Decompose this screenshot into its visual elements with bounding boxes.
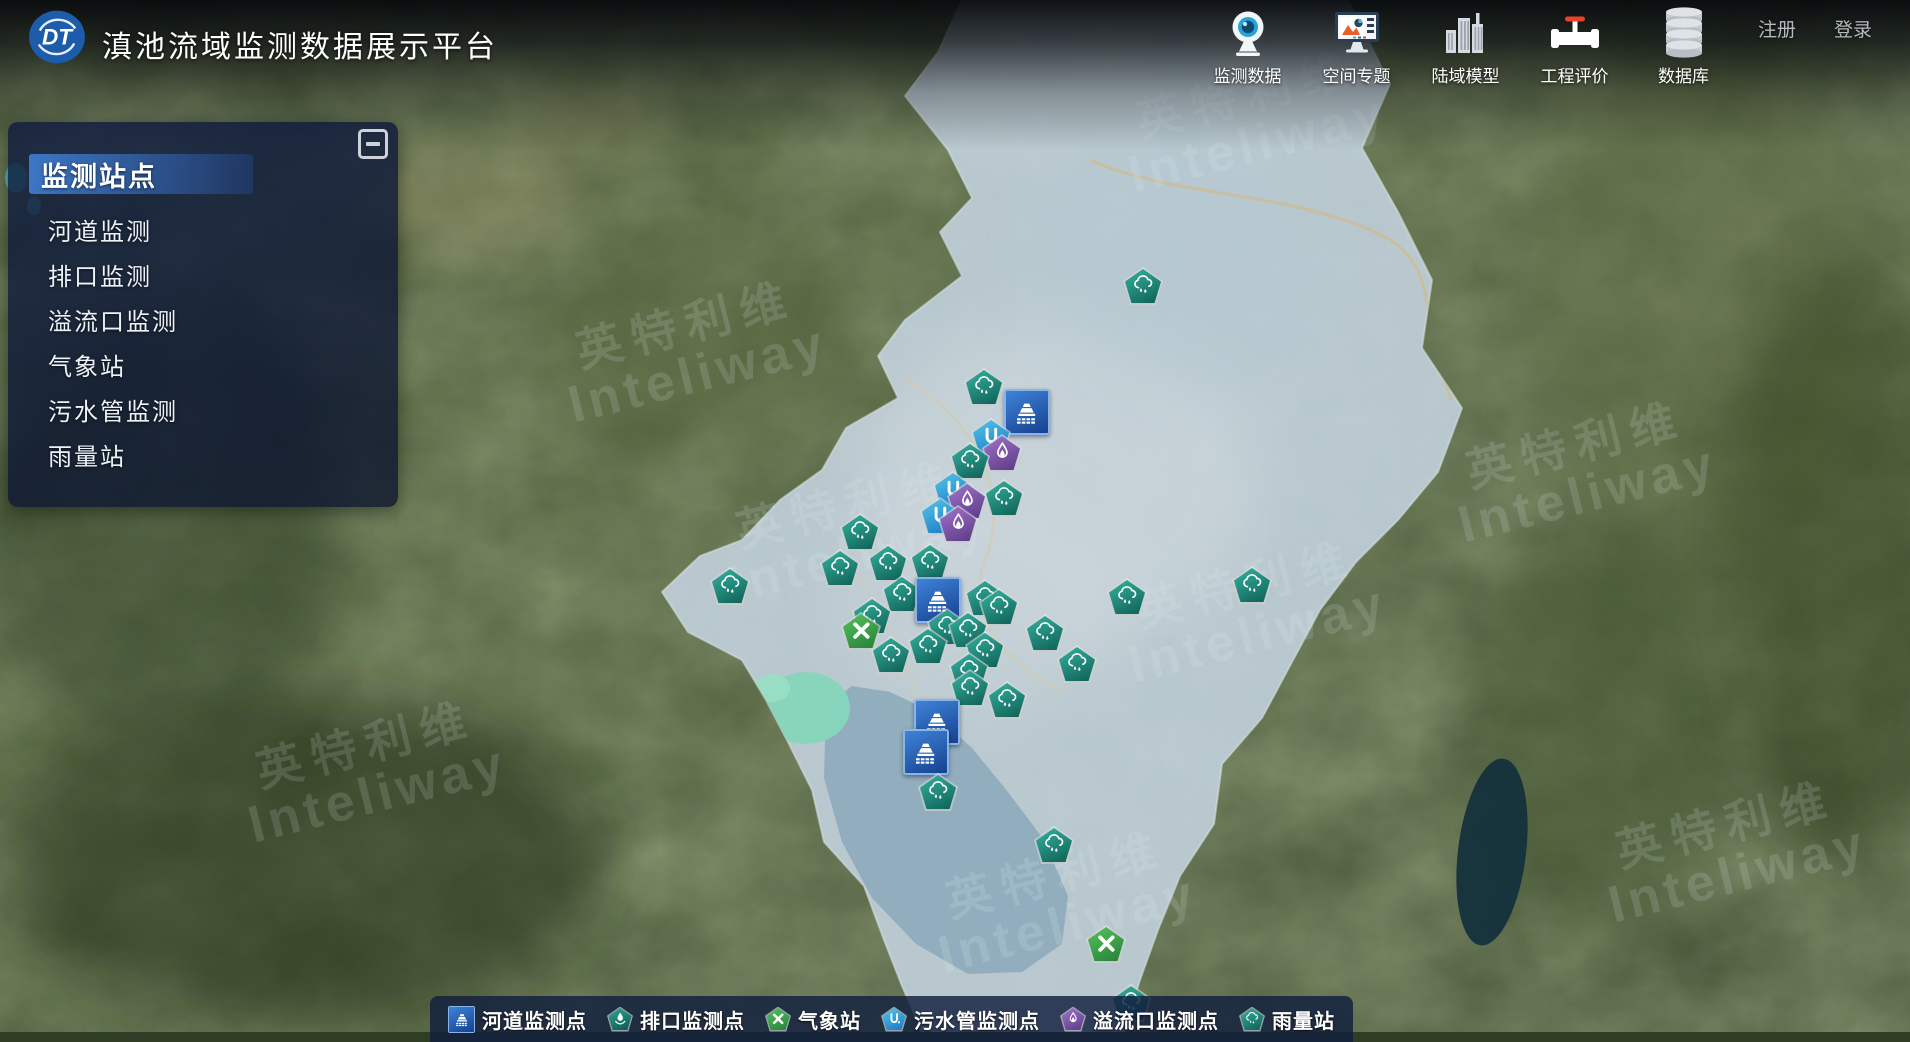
auth-links: 注册 登录 — [1758, 15, 1872, 42]
map-marker-river[interactable] — [1004, 389, 1050, 435]
nav-item-label: 陆域模型 — [1432, 62, 1500, 87]
buildings-icon — [1439, 6, 1493, 60]
map-marker-rain[interactable] — [1025, 614, 1065, 652]
map-legend: 河道监测点 排口监测点 气象站 污水管监测点 溢流口监测点 雨量站 — [430, 996, 1353, 1042]
webcam-icon — [1221, 6, 1275, 60]
legend-item-sewage[interactable]: 污水管监测点 — [881, 1005, 1040, 1034]
nav-item-database[interactable]: 数据库 — [1629, 6, 1738, 87]
map-marker-rain[interactable] — [964, 368, 1004, 406]
panel-item-2[interactable]: 溢流口监测 — [48, 300, 178, 345]
panel-item-5[interactable]: 雨量站 — [48, 435, 178, 480]
legend-item-weather[interactable]: 气象站 — [765, 1005, 861, 1034]
app-logo-icon: DT — [28, 8, 86, 64]
legend-item-label: 雨量站 — [1272, 1005, 1335, 1034]
map-marker-rain[interactable] — [820, 549, 860, 587]
register-link[interactable]: 注册 — [1758, 15, 1796, 42]
rain-marker-icon — [1239, 1007, 1265, 1032]
legend-item-river[interactable]: 河道监测点 — [448, 1005, 587, 1034]
map-marker-rain[interactable] — [910, 543, 950, 581]
monitoring-stations-panel: 监测站点 河道监测排口监测溢流口监测气象站污水管监测雨量站 — [8, 122, 398, 507]
map-marker-rain[interactable] — [1232, 566, 1272, 604]
minus-icon — [366, 142, 380, 146]
outfall-marker-icon — [607, 1007, 633, 1032]
panel-title-label: 监测站点 — [41, 155, 157, 194]
nav-item-monitor-chart[interactable]: 空间专题 — [1302, 6, 1411, 87]
map-marker-rain[interactable] — [987, 681, 1027, 719]
panel-item-0[interactable]: 河道监测 — [48, 210, 178, 255]
sewage-marker-icon — [881, 1007, 907, 1032]
nav-item-webcam[interactable]: 监测数据 — [1193, 6, 1302, 87]
nav-item-label: 空间专题 — [1323, 62, 1391, 87]
top-header: DT 滇池流域监测数据展示平台 监测数据 空间专题 陆域模型 工程评价 数据库 注册 登… — [0, 0, 1910, 110]
map-marker-rain[interactable] — [1123, 267, 1163, 305]
map-marker-rain[interactable] — [918, 773, 958, 811]
map-marker-weather[interactable] — [1086, 925, 1126, 963]
legend-item-rain[interactable]: 雨量站 — [1239, 1005, 1335, 1034]
overflow-marker-icon — [1060, 1007, 1086, 1032]
panel-title-bar: 监测站点 — [29, 154, 253, 194]
map-marker-rain[interactable] — [984, 479, 1024, 517]
pipe-valve-icon — [1548, 6, 1602, 60]
main-nav: 监测数据 空间专题 陆域模型 工程评价 数据库 — [1193, 6, 1738, 87]
legend-item-outfall[interactable]: 排口监测点 — [607, 1005, 745, 1034]
nav-item-pipe-valve[interactable]: 工程评价 — [1520, 6, 1629, 87]
page-title: 滇池流域监测数据展示平台 — [102, 22, 498, 66]
legend-item-label: 河道监测点 — [482, 1005, 587, 1034]
map-marker-rain[interactable] — [1057, 645, 1097, 683]
panel-item-1[interactable]: 排口监测 — [48, 255, 178, 300]
legend-item-label: 排口监测点 — [640, 1005, 745, 1034]
legend-item-label: 气象站 — [798, 1005, 861, 1034]
nav-item-label: 工程评价 — [1541, 62, 1609, 87]
nav-item-label: 数据库 — [1658, 62, 1709, 87]
database-icon — [1657, 6, 1711, 60]
login-link[interactable]: 登录 — [1834, 15, 1872, 42]
svg-text:DT: DT — [42, 25, 74, 50]
weather-marker-icon — [765, 1007, 791, 1032]
map-marker-rain[interactable] — [840, 513, 880, 551]
map-marker-river[interactable] — [903, 729, 949, 775]
legend-item-label: 溢流口监测点 — [1093, 1005, 1219, 1034]
nav-item-label: 监测数据 — [1214, 62, 1282, 87]
river-marker-icon — [448, 1006, 475, 1033]
collapse-panel-button[interactable] — [358, 129, 388, 159]
panel-item-4[interactable]: 污水管监测 — [48, 390, 178, 435]
monitor-chart-icon — [1330, 6, 1384, 60]
panel-item-3[interactable]: 气象站 — [48, 345, 178, 390]
map-marker-rain[interactable] — [1107, 578, 1147, 616]
legend-item-label: 污水管监测点 — [914, 1005, 1040, 1034]
map-marker-rain[interactable] — [710, 567, 750, 605]
legend-item-overflow[interactable]: 溢流口监测点 — [1060, 1005, 1219, 1034]
map-marker-rain[interactable] — [871, 636, 911, 674]
panel-item-list: 河道监测排口监测溢流口监测气象站污水管监测雨量站 — [48, 210, 178, 480]
nav-item-buildings[interactable]: 陆域模型 — [1411, 6, 1520, 87]
map-marker-rain[interactable] — [1034, 826, 1074, 864]
